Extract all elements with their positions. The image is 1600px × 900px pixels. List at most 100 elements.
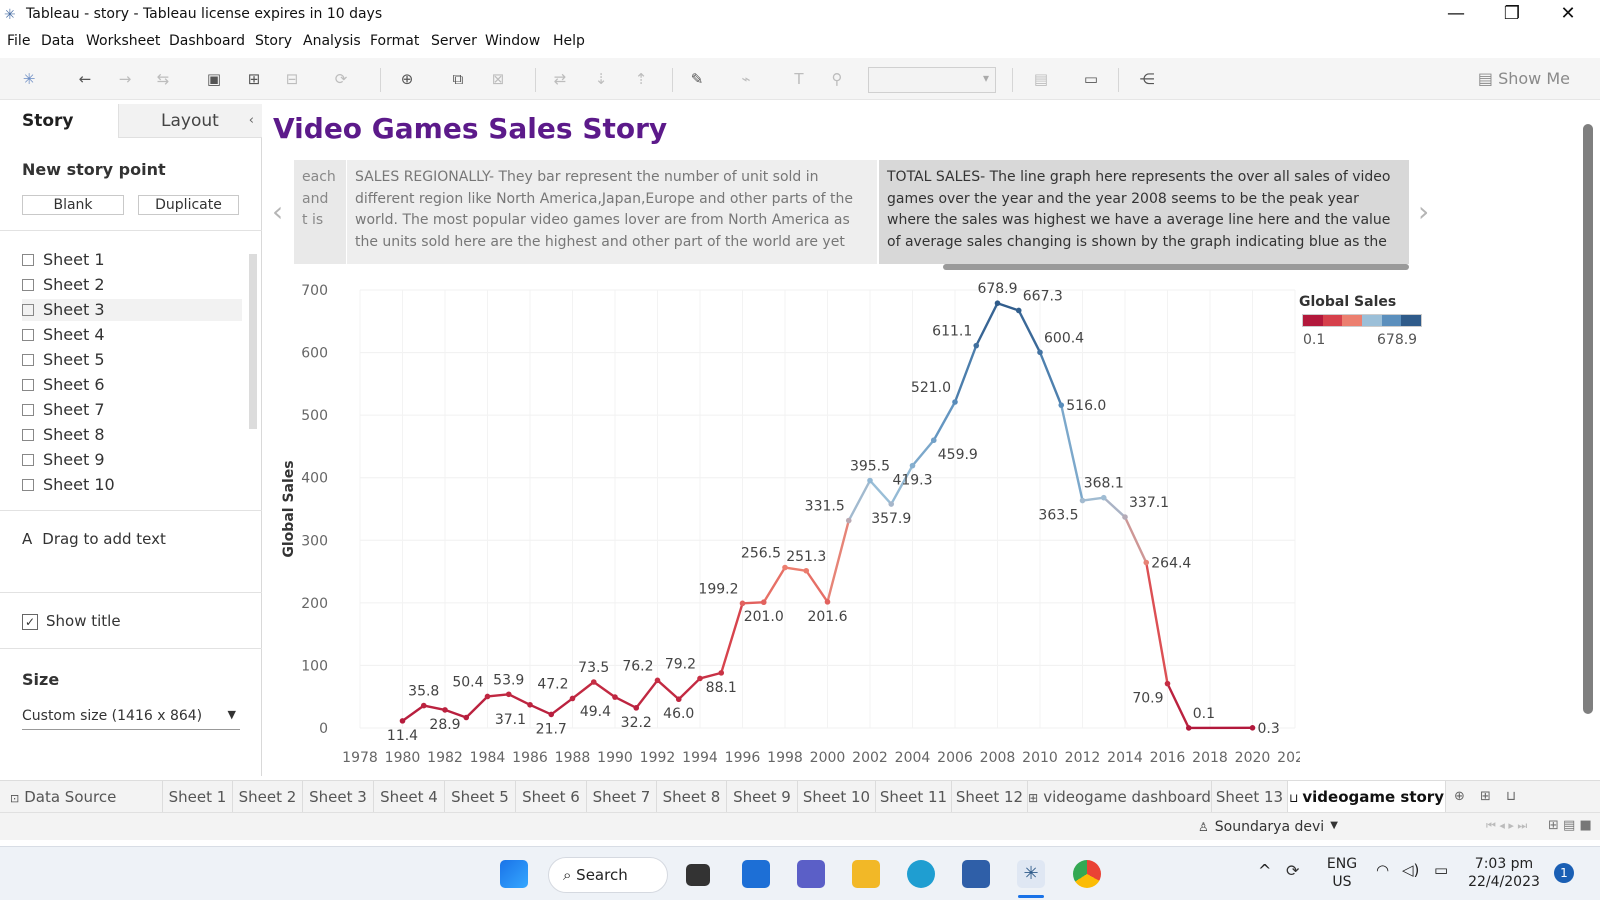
sort-ascending-icon[interactable]: ⇣ <box>590 68 612 90</box>
tab-sheet-10[interactable]: Sheet 10 <box>798 781 876 813</box>
tableau-taskbar-icon[interactable]: ✳ <box>1017 860 1045 888</box>
tab-story[interactable]: Story <box>0 104 118 138</box>
tab-sheet-11[interactable]: Sheet 11 <box>876 781 952 813</box>
checkbox-checked-icon[interactable]: ✓ <box>22 614 38 630</box>
menu-data[interactable]: Data <box>41 33 74 49</box>
menu-file[interactable]: File <box>7 33 30 49</box>
menu-story[interactable]: Story <box>255 33 292 49</box>
menu-worksheet[interactable]: Worksheet <box>86 33 160 49</box>
highlight-icon[interactable]: ✎ <box>686 68 708 90</box>
fit-dropdown[interactable] <box>868 67 996 93</box>
swap-icon[interactable]: ⇆ <box>152 68 174 90</box>
notification-badge[interactable]: 1 <box>1554 863 1574 883</box>
tab-sheet-7[interactable]: Sheet 7 <box>587 781 657 813</box>
data-source-tab[interactable]: ⊡ Data Source <box>0 781 163 813</box>
share-icon[interactable]: ⋲ <box>1136 68 1158 90</box>
new-story-tab-icon[interactable]: ⊔ <box>1506 789 1516 804</box>
tab-sheet-4[interactable]: Sheet 4 <box>374 781 445 813</box>
tab-layout[interactable]: Layout ‹ <box>118 104 262 138</box>
duplicate-sheet-icon[interactable]: ⧉ <box>447 68 469 90</box>
size-dropdown[interactable]: Custom size (1416 x 864) ▼ <box>22 708 240 730</box>
widgets-icon[interactable] <box>742 860 770 888</box>
drag-text-object[interactable]: A Drag to add text <box>22 530 166 548</box>
duplicate-button[interactable]: Duplicate <box>138 195 239 215</box>
sheet-list-item[interactable]: Sheet 1 <box>22 249 242 271</box>
story-point-caption-regional[interactable]: SALES REGIONALLY- They bar represent the… <box>347 160 877 264</box>
sheet-list-item[interactable]: Sheet 5 <box>22 349 242 371</box>
sheet-list-item[interactable]: Sheet 3 <box>22 299 242 321</box>
windows-start-icon[interactable] <box>500 860 528 888</box>
user-menu[interactable]: ♙ Soundarya devi ▼ <box>1198 819 1338 835</box>
menu-help[interactable]: Help <box>553 33 585 49</box>
sheet-list-item[interactable]: Sheet 7 <box>22 399 242 421</box>
battery-icon[interactable]: ▭ <box>1434 861 1448 879</box>
sheet-sorter-icon[interactable]: ⊞ ▤ ■ <box>1548 818 1592 833</box>
collapse-panel-icon[interactable]: ‹ <box>249 104 254 138</box>
sheet-list-item[interactable]: Sheet 6 <box>22 374 242 396</box>
tab-sheet-6[interactable]: Sheet 6 <box>516 781 587 813</box>
task-view-icon[interactable] <box>686 864 710 886</box>
caption-scrollbar[interactable] <box>943 264 1409 270</box>
group-icon[interactable]: ⌁ <box>735 68 757 90</box>
previous-story-point-icon[interactable]: ‹ <box>272 195 283 228</box>
wifi-icon[interactable]: ◠ <box>1376 861 1389 879</box>
sheet-list-scrollbar[interactable] <box>249 254 257 429</box>
clock[interactable]: 7:03 pm 22/4/2023 <box>1466 855 1542 891</box>
tab-nav-first-icon[interactable]: ⏮ ◂ ▸ ⏭ <box>1486 819 1527 833</box>
sheet-list-item[interactable]: Sheet 8 <box>22 424 242 446</box>
microsoft-store-icon[interactable] <box>962 860 990 888</box>
taskbar-search[interactable]: ⌕ Search <box>548 857 668 893</box>
menu-format[interactable]: Format <box>370 33 419 49</box>
next-story-point-icon[interactable]: › <box>1418 195 1429 228</box>
menu-dashboard[interactable]: Dashboard <box>169 33 245 49</box>
menu-server[interactable]: Server <box>431 33 477 49</box>
language-indicator[interactable]: ENG US <box>1322 855 1362 891</box>
labels-icon[interactable]: T <box>788 68 810 90</box>
sheet-list-item[interactable]: Sheet 2 <box>22 274 242 296</box>
swap-rows-columns-icon[interactable]: ⇄ <box>549 68 571 90</box>
story-point-caption-total-active[interactable]: TOTAL SALES- The line graph here represe… <box>879 160 1409 264</box>
edge-browser-icon[interactable] <box>907 860 935 888</box>
chevron-up-icon[interactable]: ^ <box>1258 861 1271 880</box>
chrome-icon[interactable] <box>1073 860 1101 888</box>
pause-updates-icon[interactable]: ⊟ <box>281 68 303 90</box>
show-cards-icon[interactable]: ▤ <box>1030 68 1052 90</box>
new-dashboard-tab-icon[interactable]: ⊞ <box>1480 789 1491 804</box>
tab-sheet-13[interactable]: Sheet 13 <box>1212 781 1288 813</box>
tab-sheet-5[interactable]: Sheet 5 <box>445 781 516 813</box>
tab-sheet-2[interactable]: Sheet 2 <box>233 781 303 813</box>
story-point-caption-previous[interactable]: each and t is <box>294 160 346 264</box>
show-me-button[interactable]: ▤ Show Me <box>1478 69 1570 88</box>
teams-chat-icon[interactable] <box>797 860 825 888</box>
tab-sheet-8[interactable]: Sheet 8 <box>657 781 727 813</box>
sync-icon[interactable]: ⟳ <box>1286 861 1299 880</box>
sheet-list-item[interactable]: Sheet 9 <box>22 449 242 471</box>
volume-icon[interactable]: ◁) <box>1402 861 1419 879</box>
tab-sheet-1[interactable]: Sheet 1 <box>163 781 233 813</box>
show-title-toggle[interactable]: ✓ Show title <box>22 612 121 630</box>
minimize-icon[interactable]: — <box>1428 0 1484 30</box>
save-icon[interactable]: ▣ <box>203 68 225 90</box>
sort-descending-icon[interactable]: ⇡ <box>630 68 652 90</box>
tab-sheet-12[interactable]: Sheet 12 <box>952 781 1028 813</box>
refresh-icon[interactable]: ⟳ <box>330 68 352 90</box>
blank-button[interactable]: Blank <box>22 195 124 215</box>
tab-sheet-3[interactable]: Sheet 3 <box>303 781 374 813</box>
menu-window[interactable]: Window <box>485 33 540 49</box>
tab-videogame-story[interactable]: ⊔ videogame story <box>1288 781 1446 813</box>
new-worksheet-icon[interactable]: ⊕ <box>396 68 418 90</box>
new-data-source-icon[interactable]: ⊞ <box>243 68 265 90</box>
fix-axes-icon[interactable]: ⚲ <box>826 68 848 90</box>
sheet-list-item[interactable]: Sheet 10 <box>22 474 242 496</box>
redo-icon[interactable]: → <box>114 68 136 90</box>
new-worksheet-tab-icon[interactable]: ⊕ <box>1454 789 1465 804</box>
menu-analysis[interactable]: Analysis <box>303 33 361 49</box>
tab-videogame-dashboard[interactable]: ⊞ videogame dashboard <box>1028 781 1212 813</box>
close-icon[interactable]: ✕ <box>1540 0 1596 30</box>
tableau-logo-icon[interactable]: ✳ <box>18 68 40 90</box>
sheet-list-item[interactable]: Sheet 4 <box>22 324 242 346</box>
presentation-mode-icon[interactable]: ▭ <box>1080 68 1102 90</box>
file-explorer-icon[interactable] <box>852 860 880 888</box>
tab-sheet-9[interactable]: Sheet 9 <box>727 781 798 813</box>
vertical-scrollbar[interactable] <box>1583 124 1593 714</box>
